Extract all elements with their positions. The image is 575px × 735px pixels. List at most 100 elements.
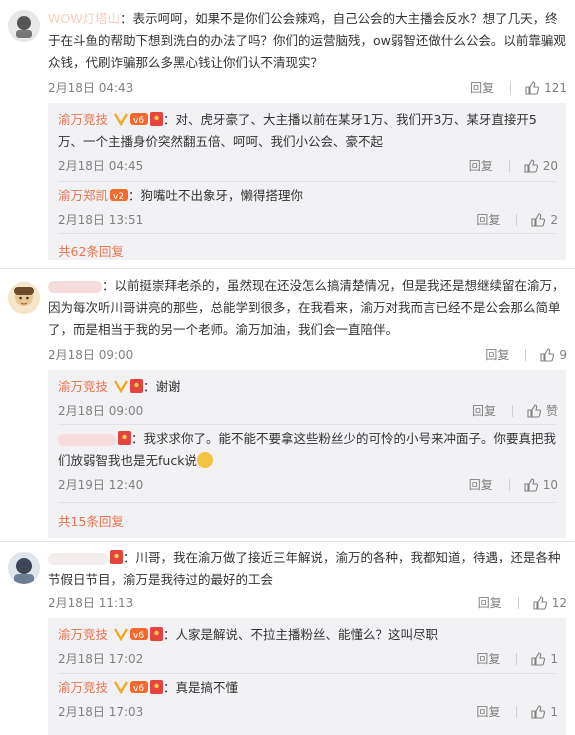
comment-time: 2月18日 09:00 — [48, 348, 134, 362]
like-count: 1 — [550, 704, 558, 719]
reply-button[interactable]: 回复 — [460, 211, 516, 228]
reply-list: 渝万竞技 v6 ：对、虎牙豪了、大主播以前在某牙1万、我们开3万、某牙直接开5万、… — [48, 103, 566, 260]
comment-actions: 回复 9 — [469, 346, 567, 363]
comment-actions: 回复 12 — [462, 594, 567, 611]
like-button[interactable]: 1 — [517, 705, 558, 719]
reply-username[interactable]: 渝万竞技 — [58, 627, 108, 642]
reply-time: 2月18日 13:51 — [58, 213, 144, 227]
avatar[interactable] — [8, 282, 40, 314]
red-envelope-icon — [118, 431, 131, 445]
avatar[interactable] — [8, 552, 40, 584]
reply-username[interactable]: 渝万竞技 — [58, 112, 108, 127]
comment-body: ：川哥，我在渝万做了接近三年解说，渝万的各种，我都知道，待遇，还是各种节假日节目… — [48, 550, 561, 587]
verified-icon — [114, 113, 128, 126]
reply-button[interactable]: 回复 — [469, 346, 525, 363]
reply-list: 渝万竞技 v6 ：人家是解说、不拉主播粉丝、能懂么？这叫尽职 2月18日 17:0… — [48, 618, 566, 735]
comment-text: ：以前挺崇拜老杀的，虽然现在还没怎么搞清楚情况，但是我还是想继续留在渝万，因为每… — [48, 275, 567, 341]
like-button[interactable]: 121 — [511, 81, 567, 95]
reply-divider — [58, 233, 556, 234]
like-count: 20 — [542, 158, 558, 173]
reply-item: ：我求求你了。能不能不要拿这些粉丝少的可怜的小号来冲面子。你要真把我们放弱智我也… — [58, 428, 558, 496]
verified-icon — [114, 628, 128, 641]
comment-text: ：川哥，我在渝万做了接近三年解说，渝万的各种，我都知道，待遇，还是各种节假日节目… — [48, 547, 567, 591]
reply-list: 渝万竞技 ：谢谢 2月18日 09:00 回复 赞 ：我求求你了。能不能不要拿这… — [48, 370, 566, 538]
comment-username[interactable]: WOW灯塔山 — [48, 11, 120, 26]
reply-button[interactable]: 回复 — [453, 476, 509, 493]
svg-text:v6: v6 — [133, 116, 144, 126]
comment-username-redacted[interactable] — [48, 552, 108, 565]
red-envelope-icon — [150, 627, 163, 641]
reply-button[interactable]: 回复 — [462, 594, 518, 611]
like-count: 10 — [542, 477, 558, 492]
thumbs-up-icon — [533, 595, 547, 610]
reply-button[interactable]: 回复 — [456, 402, 512, 419]
reply-item: 渝万竞技 v6 ：对、虎牙豪了、大主播以前在某牙1万、我们开3万、某牙直接开5万、… — [58, 109, 558, 177]
comment-divider — [0, 268, 575, 269]
reply-item: 渝万竞技 ：谢谢 2月18日 09:00 回复 赞 — [58, 376, 558, 422]
reply-time: 2月18日 17:03 — [58, 705, 144, 719]
reply-button[interactable]: 回复 — [454, 79, 510, 96]
reply-body: ：谢谢 — [143, 379, 181, 394]
like-button[interactable]: 赞 — [513, 402, 558, 419]
reply-actions: 回复 2 — [460, 211, 558, 228]
reply-meta: 2月18日 17:02 回复 1 — [58, 650, 558, 670]
svg-text:v6: v6 — [133, 631, 144, 641]
comment-divider — [0, 541, 575, 542]
like-button[interactable]: 12 — [519, 596, 567, 610]
reply-divider — [58, 502, 556, 503]
red-envelope-icon — [150, 112, 163, 126]
reply-actions: 回复 赞 — [456, 402, 558, 419]
like-button[interactable]: 2 — [517, 213, 558, 227]
thumbs-up-icon — [524, 477, 538, 492]
thumbs-up-icon — [531, 704, 546, 719]
reply-item: 渝万郑凯 v2 ：狗嘴吐不出象牙，懒得搭理你 2月18日 13:51 回复 2 — [58, 185, 558, 231]
reply-item: 渝万竞技 v6 ：真是搞不懂 2月18日 17:03 回复 1 — [58, 677, 558, 723]
reply-actions: 回复 10 — [453, 476, 558, 493]
reply-divider — [58, 424, 556, 425]
reply-actions: 回复 1 — [460, 650, 558, 667]
comment-meta: 2月18日 11:13 回复 12 — [48, 594, 567, 614]
reply-body: ：狗嘴吐不出象牙，懒得搭理你 — [128, 188, 304, 203]
like-button[interactable]: 20 — [510, 159, 558, 173]
avatar[interactable] — [8, 10, 40, 42]
comment-feed: WOW灯塔山：表示呵呵，如果不是你们公会辣鸡，自己公会的大主播会反水？想了几天，… — [0, 0, 575, 735]
comment-meta: 2月18日 04:43 回复 121 — [48, 79, 567, 99]
reply-username[interactable]: 渝万郑凯 — [58, 188, 108, 203]
reply-meta: 2月18日 17:03 回复 1 — [58, 703, 558, 723]
svg-text:v6: v6 — [133, 684, 144, 694]
reply-button[interactable]: 回复 — [460, 703, 516, 720]
more-replies-link[interactable]: 共15条回复 — [58, 511, 124, 530]
reply-button[interactable]: 回复 — [460, 650, 516, 667]
comment-meta: 2月18日 09:00 回复 9 — [48, 346, 567, 366]
verified-icon — [114, 681, 128, 694]
thumbs-up-icon — [531, 212, 546, 227]
comment-actions: 回复 121 — [454, 79, 567, 96]
reply-divider — [58, 181, 556, 182]
reply-meta: 2月18日 13:51 回复 2 — [58, 211, 558, 231]
like-count: 121 — [544, 80, 567, 95]
vip-badge-icon: v6 — [130, 681, 148, 694]
red-envelope-icon — [110, 550, 123, 564]
reply-divider — [58, 673, 556, 674]
comment-body: ：以前挺崇拜老杀的，虽然现在还没怎么搞清楚情况，但是我还是想继续留在渝万，因为每… — [48, 278, 565, 337]
red-envelope-icon — [150, 680, 163, 694]
like-label: 赞 — [545, 404, 558, 418]
reply-actions: 回复 1 — [460, 703, 558, 720]
comment-time: 2月18日 04:43 — [48, 81, 134, 95]
reply-time: 2月19日 12:40 — [58, 478, 144, 492]
like-button[interactable]: 1 — [517, 652, 558, 666]
like-button[interactable]: 10 — [510, 478, 558, 492]
reply-username-redacted[interactable] — [58, 433, 116, 446]
reply-body: ：我求求你了。能不能不要拿这些粉丝少的可怜的小号来冲面子。你要真把我们放弱智我也… — [58, 431, 557, 468]
more-replies-link[interactable]: 共62条回复 — [58, 241, 124, 260]
reply-username[interactable]: 渝万竞技 — [58, 379, 108, 394]
reply-actions: 回复 20 — [453, 157, 558, 174]
reply-username[interactable]: 渝万竞技 — [58, 680, 108, 695]
vip-badge-icon: v6 — [130, 113, 148, 126]
comment-username-redacted[interactable] — [48, 280, 102, 293]
thumbs-up-icon — [525, 80, 540, 95]
like-button[interactable]: 9 — [526, 348, 567, 362]
thumbs-up-icon — [527, 403, 541, 418]
reply-button[interactable]: 回复 — [453, 157, 509, 174]
reply-body: ：真是搞不懂 — [163, 680, 239, 695]
